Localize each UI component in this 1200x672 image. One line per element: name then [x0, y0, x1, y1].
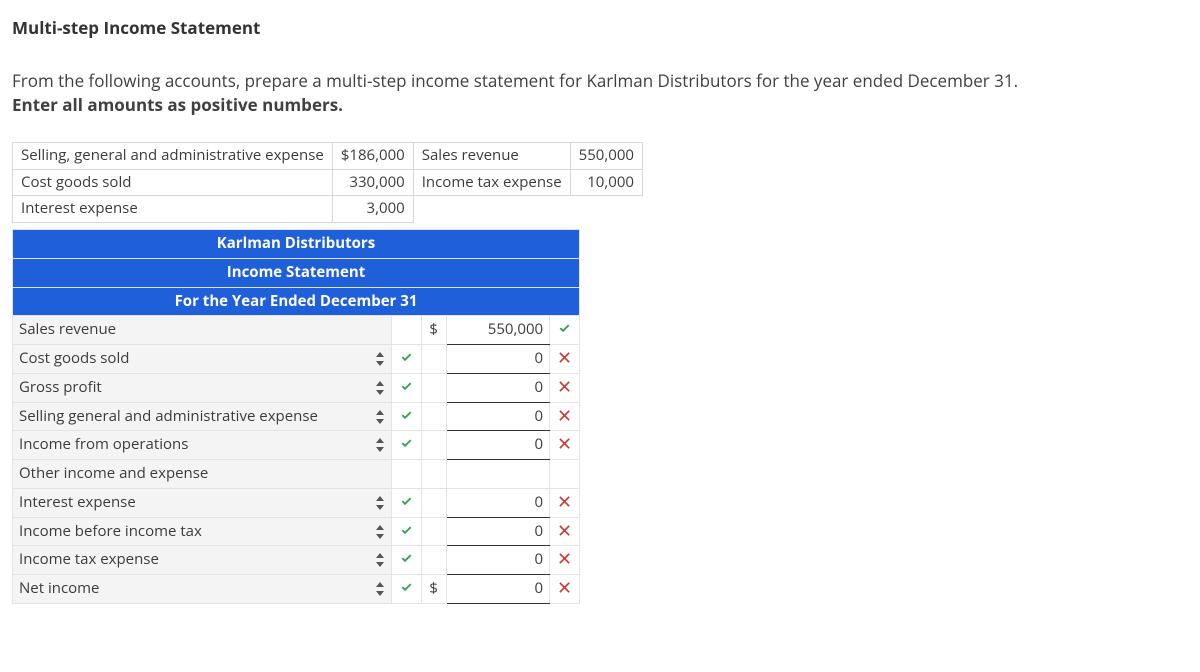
check-icon [400, 406, 413, 426]
row-net-income: Net income $ 0 [13, 575, 580, 604]
x-icon [558, 492, 571, 512]
row-label: Selling general and administrative expen… [19, 406, 318, 428]
x-icon [558, 406, 571, 426]
row-other: Other income and expense [13, 460, 580, 489]
amount-input[interactable]: 0 [446, 488, 549, 517]
stmt-header-company: Karlman Distributors [13, 230, 580, 259]
amount-input[interactable]: 0 [446, 546, 549, 575]
amount-input[interactable]: 0 [446, 345, 549, 374]
x-icon [558, 434, 571, 454]
check-icon [400, 377, 413, 397]
check-icon [558, 319, 571, 339]
x-icon [558, 377, 571, 397]
stmt-header-title: Income Statement [13, 258, 580, 287]
amount-input[interactable]: 0 [446, 517, 549, 546]
row-label: Income before income tax [19, 521, 202, 543]
amount-input[interactable]: 0 [446, 431, 549, 460]
check-icon [400, 348, 413, 368]
given-cell: 3,000 [332, 196, 413, 223]
row-sales-revenue: Sales revenue $ 550,000 [13, 316, 580, 345]
given-cell: Income tax expense [413, 169, 570, 196]
given-cell: Interest expense [13, 196, 333, 223]
sort-icon[interactable] [375, 438, 385, 452]
stmt-header-period: For the Year Ended December 31 [13, 287, 580, 316]
x-icon [558, 549, 571, 569]
given-cell: 10,000 [570, 169, 642, 196]
check-icon [400, 578, 413, 598]
row-label: Income tax expense [19, 549, 159, 571]
sort-icon[interactable] [375, 553, 385, 567]
income-statement-table: Karlman Distributors Income Statement Fo… [12, 229, 580, 604]
row-label: Sales revenue [19, 319, 116, 339]
row-gross-profit: Gross profit 0 [13, 373, 580, 402]
row-income-ops: Income from operations 0 [13, 431, 580, 460]
row-interest: Interest expense 0 [13, 488, 580, 517]
check-icon [400, 434, 413, 454]
sort-icon[interactable] [375, 496, 385, 510]
instructions: From the following accounts, prepare a m… [12, 69, 1188, 118]
given-cell: Cost goods sold [13, 169, 333, 196]
check-icon [400, 549, 413, 569]
row-label: Income from operations [19, 434, 188, 456]
given-cell: Selling, general and administrative expe… [13, 142, 333, 169]
page-title: Multi-step Income Statement [12, 16, 1188, 41]
amount-input[interactable]: 0 [446, 575, 549, 604]
sort-icon[interactable] [375, 582, 385, 596]
row-label: Other income and expense [19, 463, 208, 483]
given-cell: 330,000 [332, 169, 413, 196]
amount-input[interactable]: 550,000 [446, 316, 549, 345]
check-icon [400, 492, 413, 512]
given-accounts-table: Selling, general and administrative expe… [12, 142, 643, 223]
sort-icon[interactable] [375, 352, 385, 366]
amount-input[interactable]: 0 [446, 373, 549, 402]
given-cell: 550,000 [570, 142, 642, 169]
row-cogs: Cost goods sold 0 [13, 345, 580, 374]
dollar-sign: $ [421, 575, 446, 604]
given-cell: $186,000 [332, 142, 413, 169]
x-icon [558, 521, 571, 541]
dollar-sign: $ [421, 316, 446, 345]
check-icon [400, 521, 413, 541]
row-label: Interest expense [19, 492, 136, 514]
instructions-line-1: From the following accounts, prepare a m… [12, 69, 1018, 92]
sort-icon[interactable] [375, 525, 385, 539]
x-icon [558, 348, 571, 368]
x-icon [558, 578, 571, 598]
amount-empty [446, 460, 549, 489]
instructions-line-2: Enter all amounts as positive numbers. [12, 93, 343, 116]
row-tax: Income tax expense 0 [13, 546, 580, 575]
given-cell: Sales revenue [413, 142, 570, 169]
sort-icon[interactable] [375, 410, 385, 424]
row-label: Net income [19, 578, 99, 600]
row-label: Cost goods sold [19, 348, 129, 370]
row-sga: Selling general and administrative expen… [13, 402, 580, 431]
row-before-tax: Income before income tax 0 [13, 517, 580, 546]
amount-input[interactable]: 0 [446, 402, 549, 431]
sort-icon[interactable] [375, 381, 385, 395]
row-label: Gross profit [19, 377, 102, 399]
